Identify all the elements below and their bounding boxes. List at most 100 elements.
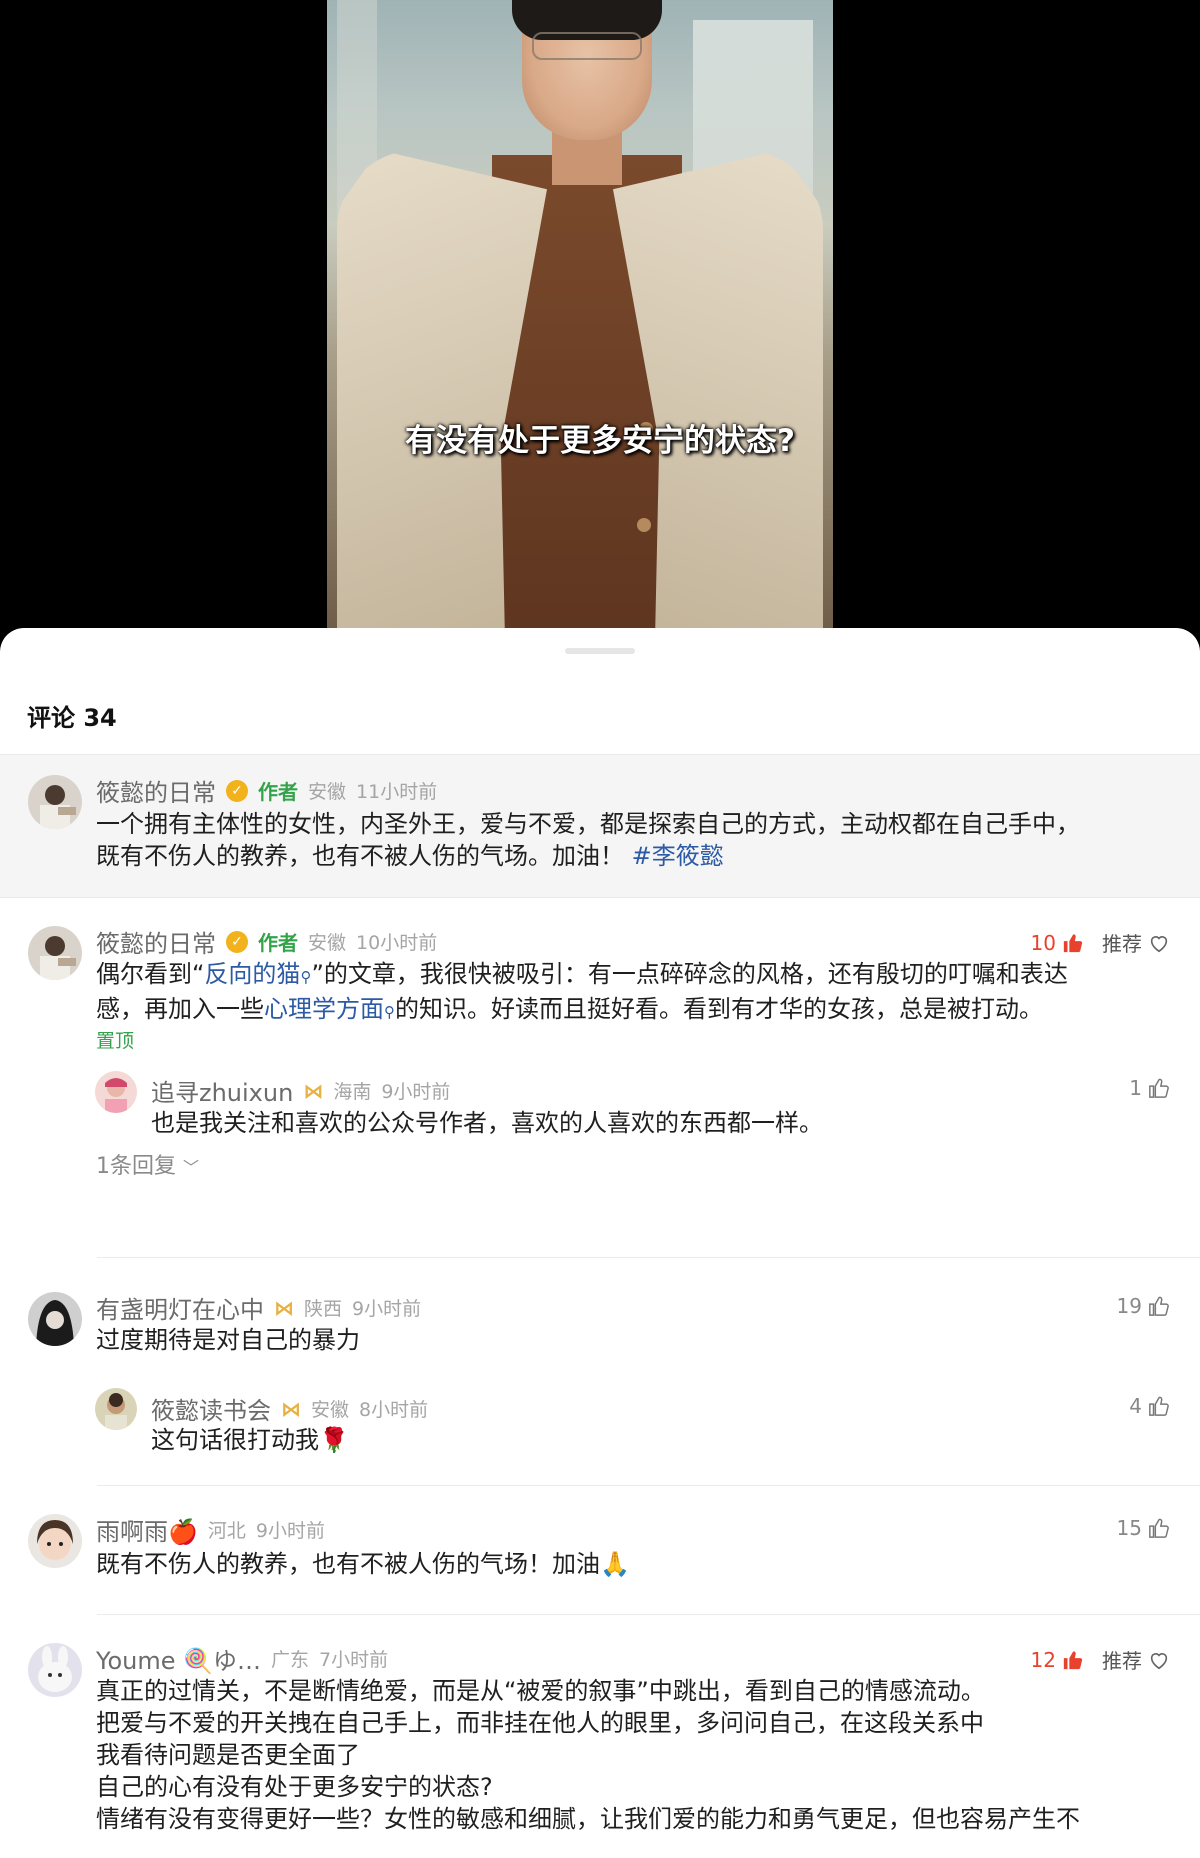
comment-meta: 有盏明灯在心中 ⋈ 陕西 9小时前 bbox=[96, 1290, 421, 1325]
thumb-up-icon[interactable] bbox=[1148, 1395, 1170, 1417]
like-button[interactable]: 15 bbox=[1117, 1516, 1170, 1540]
jacket-button bbox=[637, 518, 651, 532]
timestamp: 10小时前 bbox=[356, 932, 438, 954]
keyword-link[interactable]: 心理学方面⚲ bbox=[264, 995, 395, 1023]
keyword-link-label: 心理学方面 bbox=[264, 995, 384, 1023]
region-label: 陕西 bbox=[304, 1298, 343, 1320]
like-count: 1 bbox=[1129, 1076, 1142, 1100]
person-glasses bbox=[532, 32, 642, 60]
avatar[interactable] bbox=[28, 1292, 82, 1346]
heart-icon[interactable] bbox=[1148, 932, 1170, 954]
comment-item[interactable]: 筱懿的日常 ✓ 作者 安徽 11小时前 一个拥有主体性的女性，内圣外王，爱与不爱… bbox=[0, 755, 1200, 897]
avatar[interactable] bbox=[28, 1643, 82, 1697]
comment-text: 真正的过情关，不是断情绝爱，而是从“被爱的叙事”中跳出，看到自己的情感流动。 把… bbox=[96, 1675, 1186, 1835]
video-subtitle: 有没有处于更多安宁的状态? bbox=[405, 423, 795, 459]
expand-replies-label: 1条回复 bbox=[96, 1154, 176, 1179]
comment-line: 真正的过情关，不是断情绝爱，而是从“被爱的叙事”中跳出，看到自己的情感流动。 bbox=[96, 1677, 985, 1705]
username[interactable]: 筱懿的日常 bbox=[96, 773, 216, 808]
like-button[interactable]: 4 bbox=[1129, 1394, 1170, 1418]
avatar[interactable] bbox=[28, 1514, 82, 1568]
comment-line: 偶尔看到“反向的猫⚲”的文章，我很快被吸引：有一点碎碎念的风格，还有殷切的叮嘱和… bbox=[96, 958, 1186, 993]
timestamp: 7小时前 bbox=[319, 1649, 389, 1671]
like-count: 12 bbox=[1030, 1647, 1056, 1672]
comment-line: 自己的心有没有处于更多安宁的状态? bbox=[96, 1773, 493, 1801]
chevron-down-icon: ﹀ bbox=[183, 1158, 200, 1177]
video-player[interactable]: 有没有处于更多安宁的状态? bbox=[0, 0, 1200, 640]
region-label: 河北 bbox=[207, 1520, 246, 1542]
like-count: 4 bbox=[1129, 1394, 1142, 1418]
expand-replies-button[interactable]: 1条回复 ﹀ bbox=[96, 1148, 199, 1180]
like-count: 19 bbox=[1116, 1294, 1142, 1318]
comment-line: 把爱与不爱的开关拽在自己手上，而非挂在他人的眼里，多问问自己，在这段关系中 bbox=[96, 1709, 984, 1737]
comment-text: 一个拥有主体性的女性，内圣外王，爱与不爱，都是探索自己的方式，主动权都在自己手中… bbox=[96, 808, 1186, 872]
comment-text-segment: 感，再加入一些 bbox=[96, 995, 264, 1023]
timestamp: 8小时前 bbox=[359, 1399, 429, 1421]
comment-meta: 雨啊雨🍎 河北 9小时前 bbox=[96, 1512, 325, 1547]
comment-text-segment: 偶尔看到“ bbox=[96, 960, 205, 988]
author-badge: 作者 bbox=[258, 931, 298, 955]
reply-avatar[interactable] bbox=[95, 1388, 137, 1430]
like-button[interactable]: 19 bbox=[1117, 1294, 1170, 1318]
comment-text: 过度期待是对自己的暴力 bbox=[96, 1326, 360, 1354]
comment-text-segment: 的知识。好读而且挺好看。看到有才华的女孩，总是被打动。 bbox=[395, 995, 1043, 1023]
thumb-up-icon[interactable] bbox=[1148, 1077, 1170, 1099]
thumb-up-icon[interactable] bbox=[1062, 932, 1084, 954]
comment-item[interactable]: 雨啊雨🍎 河北 9小时前 15 既有不伤人的教养，也有不被人伤的气场！加油🙏 bbox=[0, 1486, 1200, 1614]
like-and-recommend: 10 推荐 bbox=[1031, 928, 1170, 957]
comment-text-segment: 既有不伤人的教养，也有不被人伤的气场。加油！ bbox=[96, 842, 624, 870]
timestamp: 9小时前 bbox=[352, 1298, 422, 1320]
like-button[interactable]: 1 bbox=[1129, 1076, 1170, 1100]
comment-item[interactable]: 筱懿的日常 ✓ 作者 安徽 10小时前 10 推荐 偶尔看到“反向的猫⚲”的文章… bbox=[0, 898, 1200, 1253]
reply-avatar[interactable] bbox=[95, 1071, 137, 1113]
comment-line: 我看待问题是否更全面了 bbox=[96, 1741, 360, 1769]
comment-line: 既有不伤人的教养，也有不被人伤的气场。加油！ #李筱懿 bbox=[96, 840, 1186, 872]
timestamp: 9小时前 bbox=[255, 1520, 325, 1542]
region-label: 安徽 bbox=[308, 932, 347, 954]
username[interactable]: Youme 🍭ゆ… bbox=[96, 1641, 261, 1676]
comment-text-segment: ”的文章，我很快被吸引：有一点碎碎念的风格，还有殷切的叮嘱和表达 bbox=[311, 960, 1068, 988]
keyword-link[interactable]: 反向的猫⚲ bbox=[204, 960, 311, 988]
comment-item[interactable]: 有盏明灯在心中 ⋈ 陕西 9小时前 19 过度期待是对自己的暴力 筱懿读书会 ⋈… bbox=[0, 1258, 1200, 1488]
comment-item[interactable]: Youme 🍭ゆ… 广东 7小时前 12 推荐 真正的过情关，不是断情绝爱，而是… bbox=[0, 1615, 1200, 1858]
comment-line: 一个拥有主体性的女性，内圣外王，爱与不爱，都是探索自己的方式，主动权都在自己手中… bbox=[96, 810, 1080, 838]
timestamp: 11小时前 bbox=[356, 781, 438, 803]
region-label: 安徽 bbox=[311, 1399, 350, 1421]
thumb-up-icon[interactable] bbox=[1148, 1295, 1170, 1317]
search-icon: ⚲ bbox=[384, 1003, 395, 1021]
username[interactable]: 筱懿的日常 bbox=[96, 924, 216, 959]
author-badge: 作者 bbox=[258, 780, 298, 804]
search-icon: ⚲ bbox=[300, 968, 312, 986]
verified-badge-icon: ✓ bbox=[226, 930, 248, 953]
comment-line: 感，再加入一些心理学方面⚲的知识。好读而且挺好看。看到有才华的女孩，总是被打动。 bbox=[96, 993, 1186, 1028]
vip-bow-icon: ⋈ bbox=[274, 1295, 294, 1320]
comment-meta: 筱懿的日常 ✓ 作者 安徽 11小时前 bbox=[96, 773, 437, 808]
comment-meta: Youme 🍭ゆ… 广东 7小时前 bbox=[96, 1641, 388, 1676]
username[interactable]: 筱懿读书会 bbox=[151, 1391, 271, 1426]
like-and-recommend: 12 推荐 bbox=[1031, 1645, 1170, 1674]
reply-text: 也是我关注和喜欢的公众号作者，喜欢的人喜欢的东西都一样。 bbox=[151, 1109, 823, 1137]
username[interactable]: 追寻zhuixun bbox=[151, 1073, 293, 1108]
vip-bow-icon: ⋈ bbox=[303, 1078, 324, 1103]
comment-text: 偶尔看到“反向的猫⚲”的文章，我很快被吸引：有一点碎碎念的风格，还有殷切的叮嘱和… bbox=[96, 958, 1186, 1028]
reply-text: 这句话很打动我🌹 bbox=[151, 1426, 349, 1454]
heart-icon[interactable] bbox=[1148, 1649, 1170, 1671]
recommend-label[interactable]: 推荐 bbox=[1102, 928, 1142, 957]
comment-line: 情绪有没有变得更好一些？女性的敏感和细腻，让我们爱的能力和勇气更足，但也容易产生… bbox=[96, 1805, 1080, 1833]
avatar[interactable] bbox=[28, 926, 82, 980]
verified-badge-icon: ✓ bbox=[226, 779, 248, 802]
username[interactable]: 有盏明灯在心中 bbox=[96, 1290, 264, 1325]
reply-meta: 追寻zhuixun ⋈ 海南 9小时前 bbox=[151, 1073, 450, 1108]
thumb-up-icon[interactable] bbox=[1148, 1517, 1170, 1539]
hashtag-link[interactable]: #李筱懿 bbox=[632, 842, 724, 870]
vip-bow-icon: ⋈ bbox=[281, 1396, 301, 1421]
username[interactable]: 雨啊雨🍎 bbox=[96, 1512, 198, 1547]
avatar[interactable] bbox=[28, 775, 82, 829]
comment-sheet: 评论 34 筱懿的日常 ✓ 作者 安徽 11小时前 一个拥有主体性的女性，内圣外… bbox=[0, 628, 1200, 1858]
keyword-link-label: 反向的猫 bbox=[204, 960, 301, 988]
like-count: 10 bbox=[1030, 930, 1056, 955]
video-frame bbox=[327, 0, 833, 640]
recommend-label[interactable]: 推荐 bbox=[1102, 1645, 1142, 1674]
sheet-drag-handle[interactable] bbox=[565, 648, 635, 654]
thumb-up-icon[interactable] bbox=[1062, 1649, 1084, 1671]
timestamp: 9小时前 bbox=[381, 1081, 451, 1103]
